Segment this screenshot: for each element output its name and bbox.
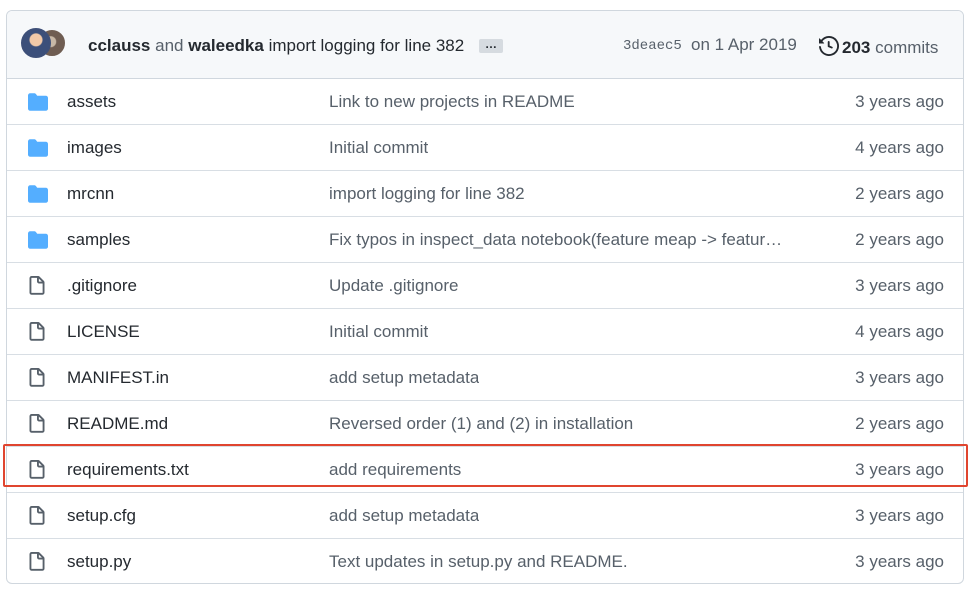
file-name-link[interactable]: requirements.txt xyxy=(67,460,189,480)
file-name-link[interactable]: MANIFEST.in xyxy=(67,368,169,388)
commit-sha-link[interactable]: 3deaec5 xyxy=(623,38,682,54)
file-name-link[interactable]: .gitignore xyxy=(67,276,137,296)
commit-summary: cclauss and waleedka import logging for … xyxy=(88,35,503,57)
commit-message-link[interactable]: Fix typos in inspect_data notebook(featu… xyxy=(329,230,782,250)
file-icon xyxy=(27,276,47,301)
file-name-link[interactable]: setup.cfg xyxy=(67,506,136,526)
file-row[interactable]: LICENSE Initial commit 4 years ago xyxy=(7,308,963,354)
commit-message-link[interactable]: import logging for line 382 xyxy=(329,184,525,204)
file-name-link[interactable]: README.md xyxy=(67,414,168,434)
commit-avatars[interactable] xyxy=(21,28,71,60)
commit-age: 4 years ago xyxy=(855,138,944,157)
folder-icon xyxy=(27,184,49,209)
expand-commit-button[interactable]: … xyxy=(478,38,503,53)
file-name-link[interactable]: assets xyxy=(67,92,116,112)
author-conjunction: and xyxy=(155,36,184,55)
history-icon xyxy=(819,35,840,57)
commit-message-link[interactable]: Initial commit xyxy=(329,138,428,158)
commit-message-link[interactable]: Reversed order (1) and (2) in installati… xyxy=(329,414,633,434)
file-row[interactable]: samples Fix typos in inspect_data noteboo… xyxy=(7,216,963,262)
file-name-link[interactable]: LICENSE xyxy=(67,322,140,342)
file-row[interactable]: README.md Reversed order (1) and (2) in i… xyxy=(7,400,963,446)
commit-message-link[interactable]: add setup metadata xyxy=(329,506,479,526)
folder-icon xyxy=(27,138,49,163)
file-icon xyxy=(27,552,47,577)
file-icon xyxy=(27,460,47,485)
file-row[interactable]: images Initial commit 4 years ago xyxy=(7,124,963,170)
commit-message-link[interactable]: Initial commit xyxy=(329,322,428,342)
commit-history-link[interactable]: 203 commits xyxy=(819,33,938,58)
commit-age: 2 years ago xyxy=(855,414,944,433)
folder-icon xyxy=(27,92,49,117)
file-icon xyxy=(27,322,47,347)
commit-message-link[interactable]: add requirements xyxy=(329,460,461,480)
file-list: assets Link to new projects in README 3 ye… xyxy=(7,79,963,583)
file-name-link[interactable]: images xyxy=(67,138,122,158)
commit-message-link[interactable]: Text updates in setup.py and README. xyxy=(329,552,628,572)
commits-label: commits xyxy=(875,38,939,57)
file-row[interactable]: mrcnn import logging for line 382 2 years … xyxy=(7,170,963,216)
file-row[interactable]: setup.cfg add setup metadata 3 years ago xyxy=(7,492,963,538)
commit-date: on 1 Apr 2019 xyxy=(691,35,797,54)
file-icon xyxy=(27,414,47,439)
commit-age: 3 years ago xyxy=(855,460,944,479)
file-icon xyxy=(27,506,47,531)
commit-message-link[interactable]: import logging for line 382 xyxy=(269,36,465,55)
commit-message-link[interactable]: add setup metadata xyxy=(329,368,479,388)
avatar-cclauss[interactable] xyxy=(21,28,51,58)
file-row[interactable]: .gitignore Update .gitignore 3 years ago xyxy=(7,262,963,308)
author-link-cclauss[interactable]: cclauss xyxy=(88,36,150,55)
latest-commit-bar: cclauss and waleedka import logging for … xyxy=(7,11,963,79)
file-icon xyxy=(27,368,47,393)
file-row[interactable]: setup.py Text updates in setup.py and REA… xyxy=(7,538,963,583)
commit-message-link[interactable]: Update .gitignore xyxy=(329,276,458,296)
file-name-link[interactable]: setup.py xyxy=(67,552,131,572)
file-row[interactable]: MANIFEST.in add setup metadata 3 years ago xyxy=(7,354,963,400)
folder-icon xyxy=(27,230,49,255)
author-link-waleedka[interactable]: waleedka xyxy=(188,36,264,55)
commit-age: 4 years ago xyxy=(855,322,944,341)
commit-age: 3 years ago xyxy=(855,552,944,571)
commit-age: 3 years ago xyxy=(855,506,944,525)
commit-count: 203 xyxy=(842,38,871,57)
file-browser: cclauss and waleedka import logging for … xyxy=(6,10,964,584)
commit-age: 3 years ago xyxy=(855,368,944,387)
commit-age: 2 years ago xyxy=(855,184,944,203)
commit-age: 3 years ago xyxy=(855,276,944,295)
commit-age: 3 years ago xyxy=(855,92,944,111)
file-name-link[interactable]: mrcnn xyxy=(67,184,114,204)
file-name-link[interactable]: samples xyxy=(67,230,130,250)
commit-message-link[interactable]: Link to new projects in README xyxy=(329,92,575,112)
commit-age: 2 years ago xyxy=(855,230,944,249)
file-row[interactable]: assets Link to new projects in README 3 ye… xyxy=(7,79,963,124)
file-row[interactable]: requirements.txt add requirements 3 years … xyxy=(7,446,963,492)
